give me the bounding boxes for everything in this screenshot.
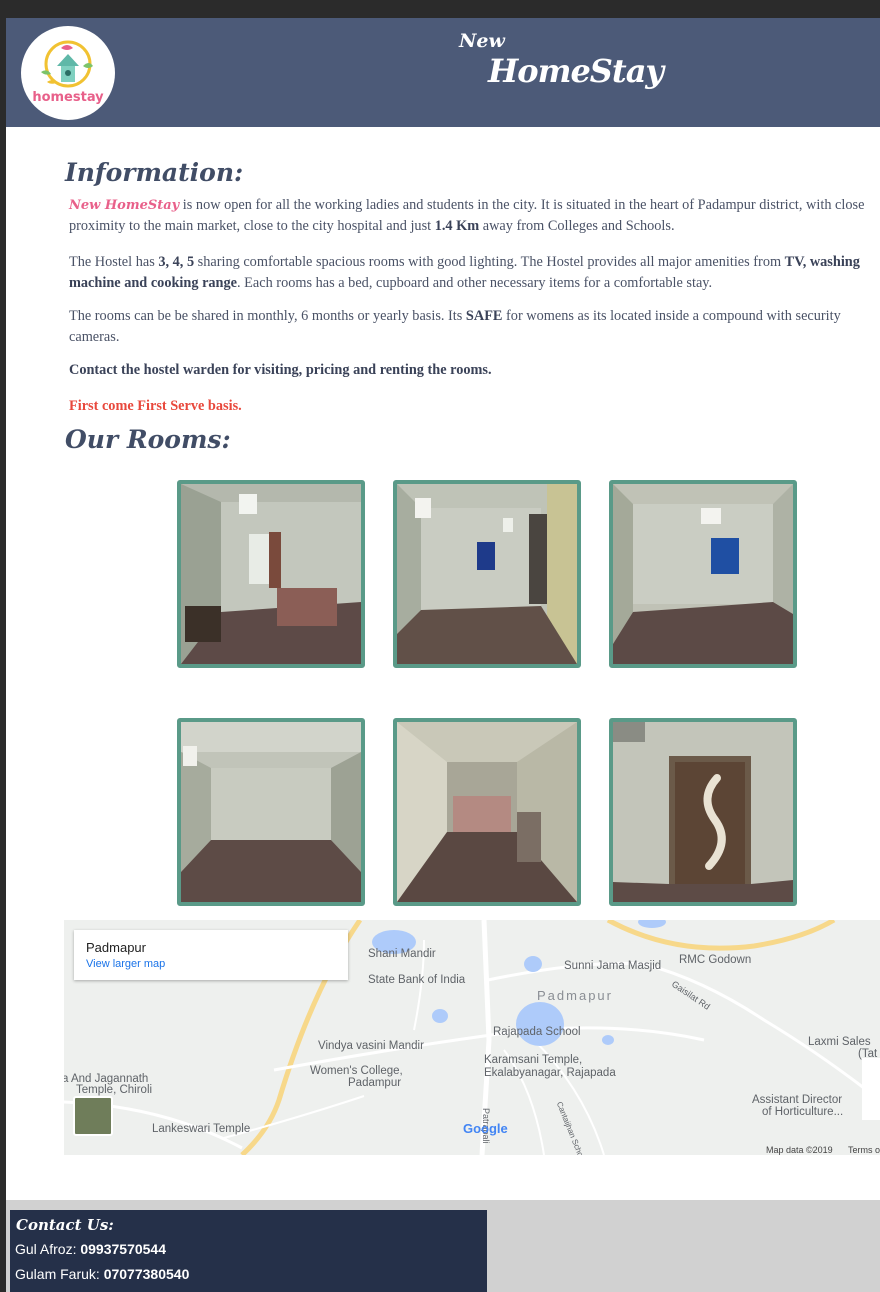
site-footer: Contact Us: Gul Afroz: 09937570544 Gulam…	[6, 1200, 880, 1292]
map-label: Rajapada School	[493, 1026, 581, 1038]
map-terms-link[interactable]: Terms o	[848, 1144, 880, 1155]
contact-heading: Contact Us:	[16, 1216, 114, 1234]
map-label: Padampur	[348, 1077, 402, 1089]
room-image	[397, 484, 577, 664]
map-label: State Bank of India	[368, 974, 466, 986]
room-photo-5[interactable]	[393, 718, 581, 906]
google-logo: Google	[463, 1121, 508, 1136]
map-label: Women's College,	[310, 1065, 403, 1077]
info-paragraph-3: The rooms can be be shared in monthly, 6…	[69, 308, 841, 345]
google-map[interactable]: Padmapur View larger map Shani Mandir St…	[64, 920, 880, 1155]
map-label: Ekalabyanagar, Rajapada	[484, 1067, 616, 1079]
rooms-heading: Our Rooms:	[65, 425, 231, 454]
contact-row-1: Gul Afroz: 09937570544	[15, 1241, 167, 1257]
map-label: Lankeswari Temple	[152, 1123, 251, 1135]
site-header: homestay New HomeStay	[6, 18, 880, 127]
room-photo-3[interactable]	[609, 480, 797, 668]
brand-homestay: HomeStay	[488, 52, 664, 90]
contact-box: Contact Us: Gul Afroz: 09937570544 Gulam…	[10, 1210, 487, 1292]
birdhouse-icon	[41, 40, 93, 88]
map-label: Laxmi Sales	[808, 1036, 871, 1048]
room-photo-1[interactable]	[177, 480, 365, 668]
brand-new: New	[459, 30, 505, 52]
view-larger-map-link[interactable]: View larger map	[86, 958, 165, 970]
room-image	[613, 484, 793, 664]
map-label: (Tat	[858, 1048, 878, 1060]
room-photo-2[interactable]	[393, 480, 581, 668]
room-image	[181, 722, 361, 902]
map-label: Assistant Director	[752, 1094, 843, 1106]
room-photo-6[interactable]	[609, 718, 797, 906]
map-place-card: Padmapur View larger map	[74, 930, 348, 980]
info-paragraph-2: The Hostel has 3, 4, 5 sharing comfortab…	[69, 254, 860, 291]
map-area-label: Padmapur	[537, 988, 613, 1003]
phone-number-1[interactable]: 09937570544	[80, 1241, 166, 1257]
map-label: Sunni Jama Masjid	[564, 960, 662, 972]
brand-inline: New HomeStay	[69, 198, 180, 213]
map-label: of Horticulture...	[762, 1106, 844, 1118]
info-paragraph-1: New HomeStay is now open for all the wor…	[69, 197, 865, 234]
map-label: RMC Godown	[679, 954, 752, 966]
map-data-attribution: Map data ©2019	[766, 1145, 833, 1155]
information-heading: Information:	[65, 158, 244, 187]
room-image	[397, 722, 577, 902]
homestay-logo[interactable]: homestay	[21, 26, 115, 120]
room-photo-4[interactable]	[177, 718, 365, 906]
contact-row-2: Gulam Faruk: 07077380540	[15, 1266, 190, 1282]
first-come-notice: First come First Serve basis.	[69, 398, 242, 414]
room-image	[613, 722, 793, 902]
room-image	[181, 484, 361, 664]
phone-number-2[interactable]: 07077380540	[104, 1266, 190, 1282]
page: homestay New HomeStay Information: New H…	[6, 18, 880, 1292]
map-label: Vindya vasini Mandir	[318, 1040, 424, 1052]
info-paragraph-4: Contact the hostel warden for visiting, …	[69, 362, 492, 378]
map-label: Karamsani Temple,	[484, 1054, 583, 1066]
logo-text: homestay	[32, 90, 104, 105]
map-label: Temple, Chiroli	[76, 1084, 153, 1096]
map-label: Shani Mandir	[368, 948, 436, 960]
map-place-name: Padmapur	[86, 940, 146, 955]
